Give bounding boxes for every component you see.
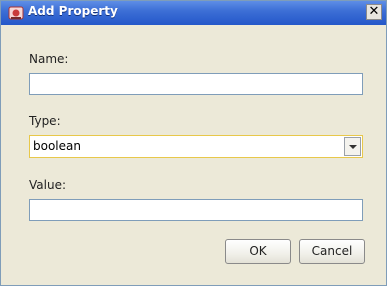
- name-field[interactable]: [29, 73, 363, 95]
- window-title: Add Property: [28, 4, 118, 18]
- name-label: Name:: [29, 52, 69, 66]
- value-field[interactable]: [29, 199, 363, 221]
- close-icon: ✕: [368, 4, 380, 19]
- cancel-button[interactable]: Cancel: [299, 239, 365, 264]
- type-select[interactable]: boolean: [29, 135, 363, 158]
- type-select-value: boolean: [33, 139, 81, 153]
- type-label: Type:: [29, 114, 61, 128]
- dialog-body: Name: Type: boolean Value: OK Cancel: [1, 25, 386, 285]
- ok-button[interactable]: OK: [225, 239, 291, 264]
- close-button[interactable]: ✕: [366, 4, 382, 20]
- chevron-down-icon: [349, 145, 357, 149]
- value-label: Value:: [29, 178, 66, 192]
- app-icon: [8, 5, 24, 21]
- add-property-dialog: Add Property ✕ Name: Type: boolean Value…: [0, 0, 387, 286]
- dropdown-button[interactable]: [344, 137, 361, 156]
- title-bar[interactable]: Add Property ✕: [1, 1, 386, 25]
